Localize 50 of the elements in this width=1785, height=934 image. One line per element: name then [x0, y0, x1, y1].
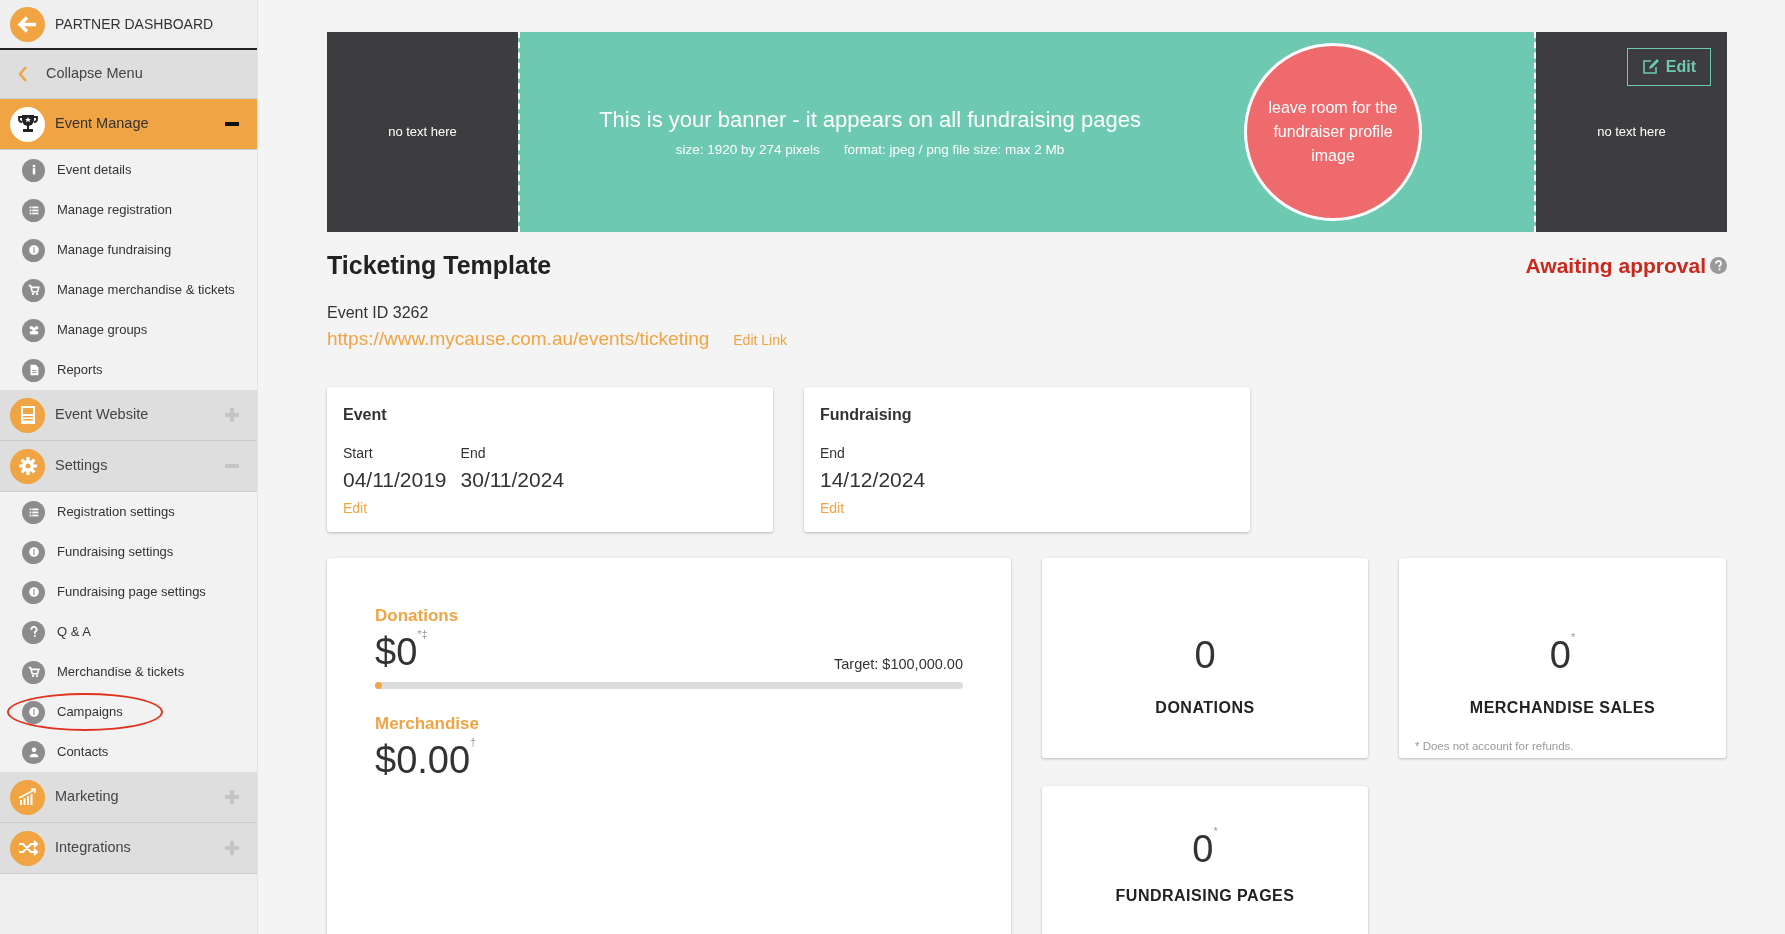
menu-section[interactable]: Integrations	[0, 823, 257, 874]
stat-value: 0	[1194, 633, 1216, 678]
stat-value: 0$^{*}$	[1549, 632, 1576, 678]
plus-icon[interactable]	[225, 790, 239, 804]
banner-headline: This is your banner - it appears on all fundraising pages	[598, 106, 1142, 135]
plus-icon[interactable]	[225, 841, 239, 855]
chevron-left-icon	[18, 65, 28, 83]
minus-icon[interactable]	[225, 122, 239, 126]
stat-label: DONATIONS	[1155, 697, 1255, 718]
card-title: Event	[343, 405, 388, 425]
menu-section[interactable]: Marketing	[0, 772, 257, 823]
date-label: Start	[343, 444, 374, 463]
coin-icon	[26, 243, 41, 257]
edit-button[interactable]: Edit	[1626, 48, 1711, 86]
footnote: * Does not account for refunds.	[1415, 738, 1574, 754]
status-label: Awaiting approval	[1525, 253, 1706, 279]
total-label: Donations	[375, 605, 460, 627]
collapse-menu-button[interactable]: Collapse Menu	[0, 50, 257, 99]
date-value: 30/11/2024	[460, 467, 565, 493]
banner-note: size: 1920 by 274 pixels	[675, 141, 820, 160]
banner-note: no text here	[1597, 123, 1666, 142]
coin-icon	[26, 545, 41, 559]
banner-note: no text here	[388, 123, 457, 142]
target-label: Target: $100,000.00	[834, 655, 963, 675]
help-icon[interactable]	[1710, 257, 1727, 275]
total-value: $0$^{*‡}$	[375, 628, 428, 675]
stat-label: MERCHANDISE SALES	[1469, 697, 1656, 718]
cart-icon	[26, 665, 41, 679]
profile-image-note: leave room for the fundraiser profile image	[1267, 98, 1399, 166]
plus-icon[interactable]	[225, 408, 239, 422]
menu-section[interactable]: Event Website	[0, 390, 257, 441]
card-title: Fundraising	[820, 405, 913, 425]
date-label: End	[820, 444, 846, 463]
stat-label: FUNDRAISING PAGES	[1115, 885, 1295, 906]
coin-icon	[26, 585, 41, 599]
banner-note: format: jpeg / png file size: max 2 Mb	[843, 141, 1065, 160]
total-value: $0.00$^{†}$	[375, 736, 477, 783]
coin-icon	[26, 705, 41, 719]
date-value: 04/11/2019	[343, 467, 447, 493]
cart-icon	[26, 283, 41, 297]
date-label: End	[460, 444, 487, 463]
total-label: Merchandise	[375, 713, 480, 735]
menu-section[interactable]: Settings	[0, 441, 257, 492]
event-id: Event ID 3262	[327, 302, 430, 323]
menu-section[interactable]: Event Manage	[0, 99, 257, 150]
event-title: Ticketing Template	[327, 250, 552, 281]
date-value: 14/12/2024	[820, 467, 926, 493]
stat-value: 0$^{*}$	[1192, 826, 1218, 872]
edit-icon	[1641, 59, 1660, 75]
dashboard-title: PARTNER DASHBOARD	[55, 14, 214, 34]
